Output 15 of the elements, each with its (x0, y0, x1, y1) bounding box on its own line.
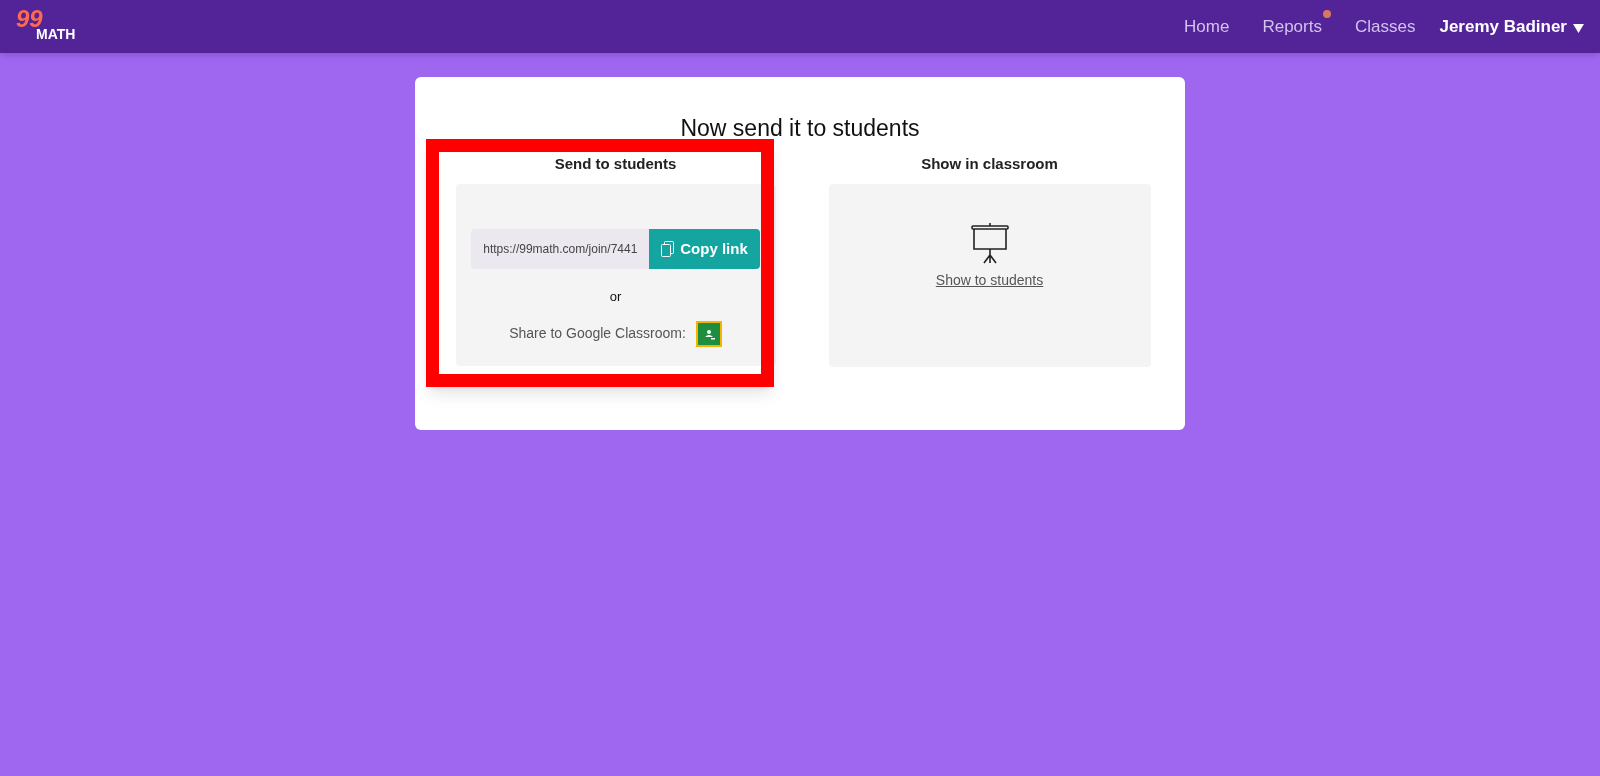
nav-link[interactable]: Home (1184, 13, 1230, 40)
or-separator: or (609, 288, 622, 306)
nav-link[interactable]: Reports (1262, 13, 1322, 40)
column-heading: Send to students (554, 153, 677, 174)
classroom-share-icon[interactable] (695, 320, 722, 347)
card-title: Now send it to students (680, 117, 920, 140)
caret-icon (1573, 24, 1584, 33)
user-menu[interactable]: Jeremy Badiner (1439, 13, 1584, 40)
link-field[interactable]: https://99math.com/join/7441 (471, 229, 650, 269)
nav-link[interactable]: Classes (1354, 13, 1416, 40)
show-to-students-link[interactable]: Show to students (935, 270, 1044, 291)
column-heading: Show in classroom (921, 153, 1058, 174)
projector-screen-icon (969, 222, 1010, 264)
copy-icon (661, 241, 675, 257)
share-label: Share to Google Classroom: (509, 324, 686, 343)
